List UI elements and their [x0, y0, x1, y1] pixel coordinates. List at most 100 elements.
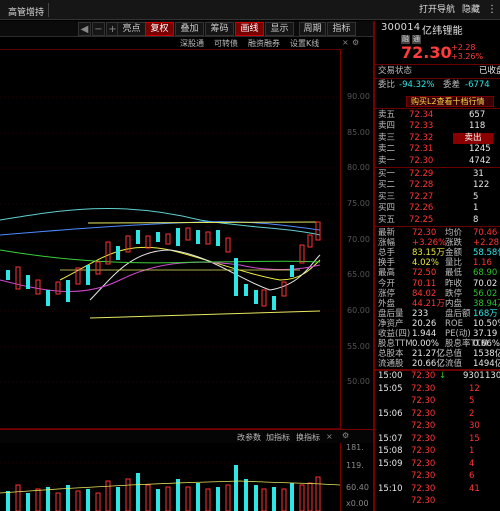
- tape-time: 15:06: [378, 408, 403, 419]
- tape-volume: 6: [469, 471, 475, 481]
- buy-level-row[interactable]: 买五 72.25 8: [375, 215, 500, 226]
- level-price: 72.33: [409, 121, 434, 132]
- level-label: 卖三: [378, 132, 396, 143]
- tape-time: 15:08: [378, 446, 403, 456]
- chart-toolbar: ◀ − + ⋯ 亮点 复权 叠加 筹码 画线 显示 周期 指标: [0, 21, 373, 37]
- volume-header: 改参数 加指标 换指标 × ⚙: [0, 429, 373, 443]
- hide-button[interactable]: 隐藏: [457, 3, 485, 17]
- level-volume: 657: [469, 110, 486, 120]
- tape-time: 15:05: [378, 383, 403, 394]
- menu-icon[interactable]: ⋮: [486, 3, 498, 17]
- switch-indicator-button[interactable]: 换指标: [296, 432, 320, 443]
- buy-level-row[interactable]: 买四 72.26 1: [375, 203, 500, 214]
- sell-level-row[interactable]: 卖五 72.34 657: [375, 110, 500, 121]
- level-label: 买四: [378, 203, 396, 214]
- sub-toolbar: 深股通 可转债 融资融券 设置K线 × ⚙: [0, 37, 373, 49]
- tape-volume: 4: [469, 458, 475, 469]
- sell-level-row[interactable]: 卖一 72.30 4742: [375, 156, 500, 167]
- ma-line-purple: [0, 261, 321, 293]
- tape-volume: 12: [469, 383, 480, 394]
- l2-promo-banner[interactable]: 购买L2查看十档行情: [406, 96, 494, 107]
- tape-volume: 15: [469, 433, 480, 444]
- level-label: 买一: [378, 169, 396, 179]
- price-tick: 60.00: [347, 306, 370, 315]
- level-volume: 31: [473, 169, 484, 179]
- tape-price: 72.30: [411, 458, 436, 469]
- level-price: 72.26: [409, 203, 434, 214]
- sell-level-row[interactable]: 卖二 72.31 1245: [375, 144, 500, 155]
- quote-panel: 300014 亿纬锂能 融 通 72.30 +2.28 +3.26% 交易状态 …: [373, 21, 500, 511]
- tape-volume: 41: [469, 483, 480, 494]
- level-volume: 4742: [469, 155, 491, 166]
- level-price: 72.28: [409, 180, 434, 191]
- level-label: 买二: [378, 180, 396, 191]
- kline-settings-button[interactable]: 设置K线: [290, 38, 319, 49]
- buy-level-row[interactable]: 买三 72.27 5: [375, 192, 500, 203]
- tool-indicator[interactable]: 指标: [327, 22, 356, 36]
- window-title: 高管增持: [8, 8, 45, 18]
- tool-highlights[interactable]: 亮点: [117, 22, 146, 36]
- price-change-pct: +3.26%: [451, 52, 484, 61]
- arrow-left-icon[interactable]: ◀: [78, 22, 91, 36]
- tape-row: 72.30 30: [375, 421, 500, 432]
- tape-extra: 130:: [485, 371, 500, 381]
- tape-row: 15:05 72.30 12: [375, 384, 500, 395]
- sell-level-row[interactable]: 卖四 72.33 118: [375, 121, 500, 132]
- buy-level-row[interactable]: 买二 72.28 122: [375, 180, 500, 191]
- volume-grid: [0, 462, 340, 489]
- sell-button[interactable]: 卖出: [453, 132, 493, 144]
- level-volume: 1: [473, 203, 479, 214]
- tape-volume: 5: [469, 396, 475, 406]
- tag-hk-connect[interactable]: 深股通: [180, 38, 204, 49]
- price-tick: 85.00: [347, 128, 370, 137]
- tool-draw[interactable]: 画线: [235, 22, 264, 36]
- level-price: 72.30: [409, 155, 434, 166]
- tape-volume: 1: [469, 446, 475, 456]
- title-separator: [48, 3, 49, 17]
- settings-icon[interactable]: ⚙: [352, 38, 359, 47]
- close-icon[interactable]: ×: [342, 38, 349, 47]
- close-icon[interactable]: ×: [326, 432, 333, 441]
- zoom-out-icon[interactable]: −: [92, 22, 105, 36]
- tape-row: 72.30 5: [375, 396, 500, 407]
- price-axis: 90.00 85.00 80.00 75.00 70.00 65.00 60.0…: [340, 49, 373, 429]
- kline-chart[interactable]: [0, 49, 340, 429]
- trade-tape: 15:0072.30↓9301130:15:0572.301272.30515:…: [375, 371, 500, 511]
- open-nav-button[interactable]: 打开导航: [418, 3, 456, 17]
- add-indicator-button[interactable]: 加指标: [266, 432, 290, 443]
- tape-price: 72.30: [411, 483, 436, 494]
- tool-chips[interactable]: 筹码: [205, 22, 234, 36]
- settings-icon[interactable]: ⚙: [342, 431, 349, 440]
- down-arrow-icon: ↓: [439, 371, 447, 381]
- tape-row: 15:10 72.30 41: [375, 484, 500, 495]
- tape-row: 15:08 72.30 1: [375, 446, 500, 457]
- edit-params-button[interactable]: 改参数: [237, 432, 261, 443]
- price-change: +2.28: [451, 43, 476, 52]
- level-volume: 118: [469, 121, 486, 132]
- buy-level-row[interactable]: 买一 72.29 31: [375, 169, 500, 180]
- tape-row: 72.30: [375, 496, 500, 507]
- tape-time: 15:09: [378, 458, 403, 469]
- tag-convertible[interactable]: 可转债: [214, 38, 238, 49]
- tape-price: 72.30: [411, 433, 436, 444]
- tape-time: 15:10: [378, 483, 403, 494]
- tool-display[interactable]: 显示: [265, 22, 294, 36]
- volume-chart[interactable]: [0, 443, 341, 511]
- tool-adjust[interactable]: 复权: [145, 22, 174, 36]
- tape-row: 72.30 6: [375, 471, 500, 482]
- stock-name: 亿纬锂能: [422, 26, 463, 37]
- tool-overlay[interactable]: 叠加: [175, 22, 204, 36]
- sell-level-row[interactable]: 卖三 72.32 卖出: [375, 132, 500, 144]
- tape-time: 15:00: [378, 371, 403, 381]
- tape-price: 72.30: [411, 383, 436, 394]
- stock-code: 300014: [381, 22, 421, 33]
- tag-margin[interactable]: 融资融券: [248, 38, 280, 49]
- tape-volume: 30: [469, 421, 480, 431]
- level-price: 72.25: [409, 214, 434, 225]
- tool-period[interactable]: 周期: [299, 22, 326, 36]
- level-price: 72.31: [409, 144, 434, 155]
- level-volume: 5: [473, 191, 479, 202]
- tape-price: 72.30: [411, 371, 436, 381]
- title-bar: 高管增持 打开导航 隐藏 ⋮: [0, 0, 500, 20]
- level-volume: 8: [473, 214, 479, 225]
